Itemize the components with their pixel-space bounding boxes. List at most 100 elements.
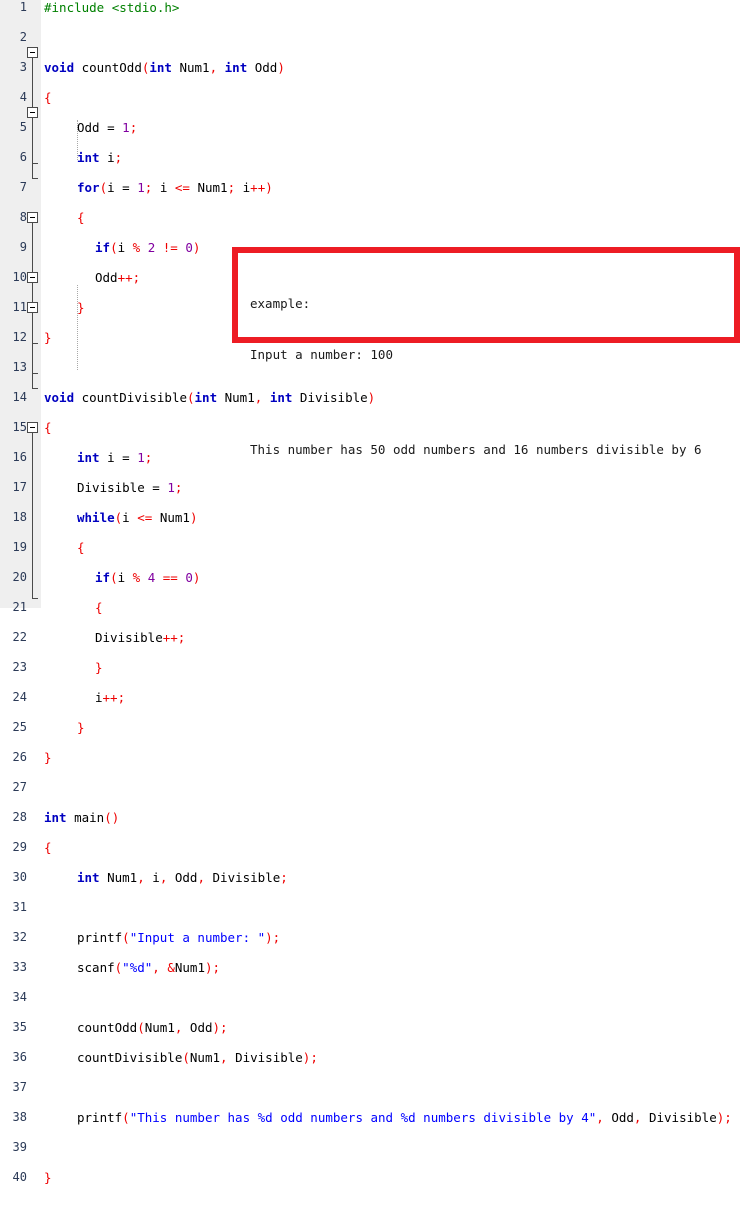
- code-text[interactable]: }: [77, 300, 85, 315]
- code-text[interactable]: scanf("%d", &Num1);: [77, 960, 220, 975]
- token-operator: ;: [144, 450, 153, 465]
- token-identifier: printf: [77, 930, 123, 945]
- code-row[interactable]: 36 countDivisible(Num1, Divisible);: [0, 1050, 318, 1065]
- code-text[interactable]: }: [44, 1170, 52, 1185]
- code-text[interactable]: #include <stdio.h>: [44, 0, 179, 15]
- line-number: 28: [12, 810, 27, 824]
- code-row[interactable]: 24 i++;: [0, 690, 126, 705]
- code-text[interactable]: Divisible++;: [95, 630, 185, 645]
- token-identifier: Odd: [611, 1110, 634, 1125]
- code-row[interactable]: 15 {: [0, 420, 52, 435]
- code-text[interactable]: if(i % 2 != 0): [95, 240, 200, 255]
- code-text[interactable]: {: [44, 840, 52, 855]
- code-row[interactable]: 27: [0, 780, 45, 795]
- code-row[interactable]: 14 void countDivisible(int Num1, int Div…: [0, 390, 376, 405]
- code-row[interactable]: 12 }: [0, 330, 52, 345]
- token-identifier: i: [95, 690, 103, 705]
- code-text[interactable]: {: [44, 90, 52, 105]
- code-row[interactable]: 35 countOdd(Num1, Odd);: [0, 1020, 228, 1035]
- code-row[interactable]: 3 void countOdd(int Num1, int Odd): [0, 60, 285, 75]
- token-identifier: Num1: [189, 180, 228, 195]
- line-number: 40: [12, 1170, 27, 1184]
- code-row[interactable]: 9 if(i % 2 != 0): [0, 240, 201, 255]
- token-keyword: void: [44, 390, 75, 405]
- code-row[interactable]: 25 }: [0, 720, 85, 735]
- code-text[interactable]: Divisible = 1;: [77, 480, 182, 495]
- code-text[interactable]: {: [44, 420, 52, 435]
- code-text[interactable]: for(i = 1; i <= Num1; i++): [77, 180, 273, 195]
- code-text[interactable]: i++;: [95, 690, 125, 705]
- code-text[interactable]: }: [44, 750, 52, 765]
- code-text[interactable]: }: [44, 330, 52, 345]
- code-lines[interactable]: 1 #include <stdio.h> 2 3 void countOdd(i…: [0, 0, 732, 1185]
- code-text[interactable]: printf("Input a number: ");: [77, 930, 280, 945]
- token-brace: {: [44, 840, 52, 855]
- token-operator: ): [192, 240, 201, 255]
- code-text[interactable]: Odd++;: [95, 270, 140, 285]
- line-number: 17: [12, 480, 27, 494]
- token-identifier: Num1: [171, 60, 210, 75]
- code-row[interactable]: 38 printf("This number has %d odd number…: [0, 1110, 732, 1125]
- line-number: 10: [12, 270, 27, 284]
- token-identifier: Num1: [189, 1050, 220, 1065]
- code-text[interactable]: }: [77, 720, 85, 735]
- code-row[interactable]: 8 {: [0, 210, 85, 225]
- code-row[interactable]: 7 for(i = 1; i <= Num1; i++): [0, 180, 273, 195]
- token-identifier: Divisible: [648, 1110, 717, 1125]
- code-row[interactable]: 16 int i = 1;: [0, 450, 153, 465]
- code-row[interactable]: 2: [0, 30, 45, 45]
- code-row[interactable]: 11 }: [0, 300, 85, 315]
- token-operator: ,: [633, 1110, 649, 1125]
- code-row[interactable]: 1 #include <stdio.h>: [0, 0, 180, 15]
- code-row[interactable]: 31: [0, 900, 45, 915]
- code-row[interactable]: 10 Odd++;: [0, 270, 141, 285]
- code-row[interactable]: 30 int Num1, i, Odd, Divisible;: [0, 870, 288, 885]
- code-row[interactable]: 29 {: [0, 840, 52, 855]
- code-text[interactable]: countOdd(Num1, Odd);: [77, 1020, 228, 1035]
- code-row[interactable]: 5 Odd = 1;: [0, 120, 137, 135]
- code-text[interactable]: while(i <= Num1): [77, 510, 197, 525]
- code-row[interactable]: 6 int i;: [0, 150, 122, 165]
- code-text[interactable]: Odd = 1;: [77, 120, 137, 135]
- code-text[interactable]: int i = 1;: [77, 450, 152, 465]
- token-identifier: Odd: [189, 1020, 213, 1035]
- code-row[interactable]: 18 while(i <= Num1): [0, 510, 198, 525]
- code-text[interactable]: int Num1, i, Odd, Divisible;: [77, 870, 288, 885]
- code-text[interactable]: int i;: [77, 150, 122, 165]
- code-text[interactable]: countDivisible(Num1, Divisible);: [77, 1050, 318, 1065]
- token-brace: {: [77, 540, 85, 555]
- code-text[interactable]: printf("This number has %d odd numbers a…: [77, 1110, 732, 1125]
- code-row[interactable]: 19 {: [0, 540, 85, 555]
- token-identifier: Divisible: [212, 870, 281, 885]
- code-row[interactable]: 20 if(i % 4 == 0): [0, 570, 201, 585]
- code-row[interactable]: 22 Divisible++;: [0, 630, 186, 645]
- code-row[interactable]: 37: [0, 1080, 45, 1095]
- line-number: 11: [12, 300, 27, 314]
- code-row[interactable]: 34: [0, 990, 45, 1005]
- code-row[interactable]: 23 }: [0, 660, 103, 675]
- code-row[interactable]: 33 scanf("%d", &Num1);: [0, 960, 221, 975]
- code-row[interactable]: 17 Divisible = 1;: [0, 480, 183, 495]
- code-text[interactable]: void countOdd(int Num1, int Odd): [44, 60, 285, 75]
- code-row[interactable]: 40 }: [0, 1170, 52, 1185]
- token-operator: ;: [280, 870, 288, 885]
- code-text[interactable]: if(i % 4 == 0): [95, 570, 200, 585]
- token-operator: ==: [162, 570, 178, 585]
- code-text[interactable]: {: [77, 210, 85, 225]
- code-text[interactable]: }: [95, 660, 103, 675]
- code-row[interactable]: 13: [0, 360, 45, 375]
- code-text[interactable]: int main(): [44, 810, 119, 825]
- token-identifier: i =: [99, 450, 138, 465]
- line-number: 30: [12, 870, 27, 884]
- line-number: 7: [19, 180, 27, 194]
- token-identifier: i: [99, 150, 115, 165]
- token-identifier: Divisible: [95, 630, 163, 645]
- code-row[interactable]: 26 }: [0, 750, 52, 765]
- code-row[interactable]: 28 int main(): [0, 810, 120, 825]
- code-row[interactable]: 39: [0, 1140, 45, 1155]
- code-row[interactable]: 4 {: [0, 90, 52, 105]
- code-row[interactable]: 32 printf("Input a number: ");: [0, 930, 281, 945]
- code-text[interactable]: {: [77, 540, 85, 555]
- code-editor[interactable]: 1 #include <stdio.h> 2 3 void countOdd(i…: [0, 0, 750, 1185]
- line-number: 9: [19, 240, 27, 254]
